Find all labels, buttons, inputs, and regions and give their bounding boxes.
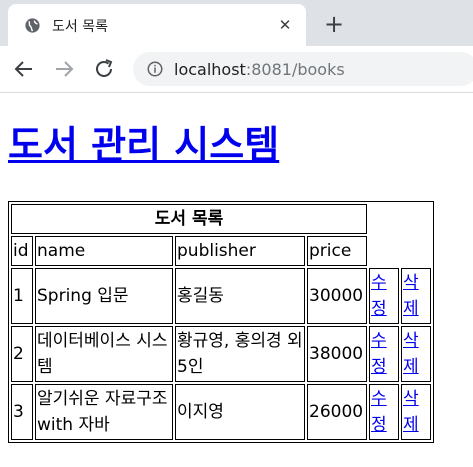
page-title: 도서 관리 시스템	[8, 121, 279, 169]
tab-title: 도서 목록	[52, 19, 108, 35]
cell-publisher: 황규영, 홍의경 외 5인	[175, 326, 305, 382]
table-caption-row: 도서 목록	[11, 204, 431, 234]
globe-icon	[25, 18, 40, 33]
cell-delete: 삭제	[401, 384, 431, 440]
cell-delete: 삭제	[401, 326, 431, 382]
edit-link[interactable]: 수정	[371, 331, 387, 377]
cell-id: 3	[11, 384, 33, 440]
cell-publisher: 이지영	[175, 384, 305, 440]
cell-price: 30000	[307, 268, 367, 324]
cell-edit: 수정	[369, 384, 399, 440]
url-text[interactable]: localhost:8081/books	[174, 60, 345, 79]
column-header-publisher: publisher	[175, 236, 305, 266]
edit-link[interactable]: 수정	[371, 389, 387, 435]
address-bar[interactable]: localhost:8081/books	[133, 52, 473, 86]
url-path: :8081/books	[245, 60, 345, 79]
table-row: 1 Spring 입문 홍길동 30000 수정 삭제	[11, 268, 431, 324]
column-header-name: name	[35, 236, 173, 266]
table-header-row: id name publisher price	[11, 236, 431, 266]
cell-name: Spring 입문	[35, 268, 173, 324]
tab-books[interactable]: 도서 목록 ✕	[8, 4, 306, 46]
cell-name: 데이터베이스 시스템	[35, 326, 173, 382]
forward-arrow-icon[interactable]	[52, 57, 76, 81]
reload-icon[interactable]	[92, 57, 116, 81]
cell-name: 알기쉬운 자료구조 with 자바	[35, 384, 173, 440]
info-icon[interactable]	[146, 60, 164, 78]
cell-id: 1	[11, 268, 33, 324]
books-table: 도서 목록 id name publisher price 1 Spring 입…	[8, 201, 434, 443]
cell-edit: 수정	[369, 268, 399, 324]
delete-link[interactable]: 삭제	[403, 273, 419, 319]
cell-price: 38000	[307, 326, 367, 382]
delete-link[interactable]: 삭제	[403, 389, 419, 435]
url-host: localhost	[174, 60, 246, 79]
new-tab-button[interactable]: +	[322, 12, 346, 36]
table-row: 2 데이터베이스 시스템 황규영, 홍의경 외 5인 38000 수정 삭제	[11, 326, 431, 382]
cell-edit: 수정	[369, 326, 399, 382]
close-tab-icon[interactable]: ✕	[276, 16, 294, 34]
tab-strip: 도서 목록 ✕ +	[0, 0, 473, 46]
table-caption: 도서 목록	[11, 204, 367, 234]
cell-delete: 삭제	[401, 268, 431, 324]
back-arrow-icon[interactable]	[12, 57, 36, 81]
page-title-link[interactable]: 도서 관리 시스템	[8, 123, 279, 167]
delete-link[interactable]: 삭제	[403, 331, 419, 377]
edit-link[interactable]: 수정	[371, 273, 387, 319]
column-header-id: id	[11, 236, 33, 266]
column-header-price: price	[307, 236, 367, 266]
cell-price: 26000	[307, 384, 367, 440]
browser-toolbar: localhost:8081/books	[0, 46, 473, 93]
page-content: 도서 관리 시스템 도서 목록 id name publisher price …	[0, 93, 473, 467]
cell-publisher: 홍길동	[175, 268, 305, 324]
cell-id: 2	[11, 326, 33, 382]
table-row: 3 알기쉬운 자료구조 with 자바 이지영 26000 수정 삭제	[11, 384, 431, 440]
